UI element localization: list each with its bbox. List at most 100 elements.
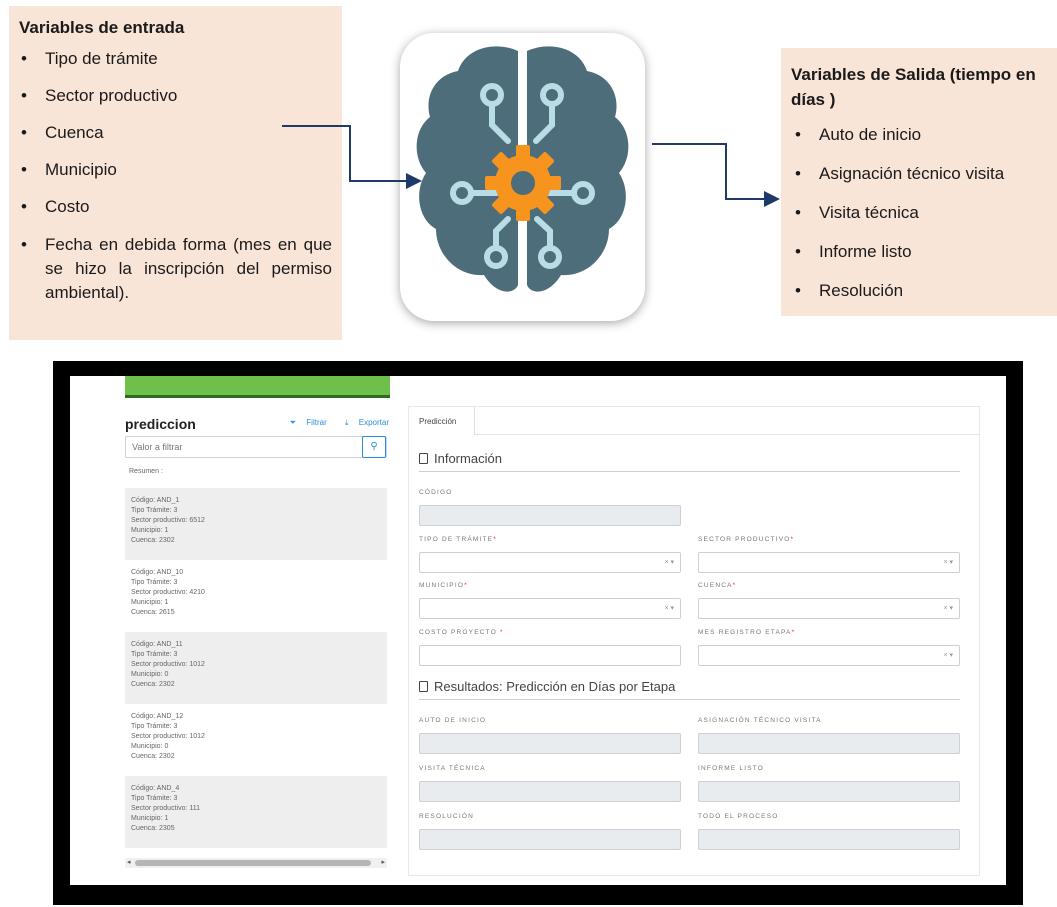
required-mark: * [464, 582, 468, 589]
output-variable-item: Auto de inicio [791, 124, 1049, 145]
document-icon [419, 453, 428, 464]
label-text: TIPO DE TRÁMITE [419, 536, 494, 543]
list-item[interactable]: Código: AND_12 Tipo Trámite: 3 Sector pr… [125, 704, 387, 776]
tipo-tramite-select[interactable]: × ▾ [419, 552, 681, 573]
visita-field [419, 781, 681, 802]
sector-productivo-label: SECTOR PRODUCTIVO* [698, 536, 794, 543]
filter-input[interactable] [126, 437, 356, 457]
panel-title: prediccion [125, 416, 196, 432]
cuenca-select[interactable]: × ▾ [698, 598, 960, 619]
download-icon: ⤓ [344, 418, 349, 427]
municipio-select[interactable]: × ▾ [419, 598, 681, 619]
output-variable-item: Asignación técnico visita [791, 163, 1049, 184]
input-variable-item: Cuenca [19, 122, 332, 143]
record-type: Tipo Trámite: 3 [131, 723, 178, 730]
record-sector: Sector productivo: 1012 [131, 733, 205, 740]
sector-productivo-select[interactable]: × ▾ [698, 552, 960, 573]
record-type: Tipo Trámite: 3 [131, 651, 178, 658]
label-text: CUENCA [698, 582, 733, 589]
input-variable-item: Sector productivo [19, 85, 332, 106]
section-divider [419, 699, 960, 700]
record-sector: Sector productivo: 4210 [131, 589, 205, 596]
scroll-left-icon[interactable]: ◂ [127, 858, 131, 866]
output-variables-title: Variables de Salida (tiempo en días ) [791, 65, 1036, 109]
list-item[interactable]: Código: AND_10 Tipo Trámite: 3 Sector pr… [125, 560, 387, 632]
asignacion-field [698, 733, 960, 754]
output-variable-item: Informe listo [791, 241, 1049, 262]
required-mark: * [493, 536, 497, 543]
input-variable-item: Costo [19, 196, 332, 217]
clear-dropdown-icon[interactable]: × ▾ [943, 558, 953, 566]
document-icon [419, 681, 428, 692]
filter-button[interactable]: ⏷ Filtrar [282, 418, 327, 427]
summary-label: Resumen : [129, 468, 163, 475]
record-cuenca: Cuenca: 2302 [131, 753, 175, 760]
record-type: Tipo Trámite: 3 [131, 579, 178, 586]
codigo-field [419, 505, 681, 526]
section-title: Resultados: Predicción en Días por Etapa [434, 679, 676, 694]
informe-label: INFORME LISTO [698, 765, 765, 772]
tipo-tramite-label: TIPO DE TRÁMITE* [419, 536, 497, 543]
input-variables-list: Tipo de trámite Sector productivo Cuenca… [19, 48, 332, 305]
clear-dropdown-icon[interactable]: × ▾ [664, 558, 674, 566]
input-variable-item: Municipio [19, 159, 332, 180]
record-sector: Sector productivo: 111 [131, 805, 201, 812]
clear-dropdown-icon[interactable]: × ▾ [943, 604, 953, 612]
visita-label: VISITA TÉCNICA [419, 765, 486, 772]
scroll-right-icon[interactable]: ▸ [381, 858, 385, 866]
filter-field: ⚲ [125, 436, 387, 458]
search-button[interactable]: ⚲ [362, 436, 386, 458]
section-divider [419, 471, 960, 472]
section-title: Información [434, 451, 502, 466]
record-code: Código: AND_12 [131, 713, 184, 720]
label-text: MES REGISTRO ETAPA [698, 629, 792, 636]
form-panel: Predicción Información CÓDIGO TIPO DE TR… [408, 406, 980, 876]
section-resultados: Resultados: Predicción en Días por Etapa [419, 679, 675, 694]
filter-icon: ⏷ [289, 418, 297, 427]
record-cuenca: Cuenca: 2615 [131, 609, 175, 616]
record-sector: Sector productivo: 6512 [131, 517, 205, 524]
search-icon: ⚲ [370, 441, 378, 452]
record-cuenca: Cuenca: 2302 [131, 681, 175, 688]
record-municipio: Municipio: 0 [131, 743, 169, 750]
record-sector: Sector productivo: 1012 [131, 661, 205, 668]
output-variable-item: Visita técnica [791, 202, 1049, 223]
filter-label: Filtrar [306, 418, 327, 427]
prediction-app: prediccion ⏷ Filtrar ⤓ Exportar ⚲ Resume… [70, 376, 1006, 885]
records-panel: prediccion ⏷ Filtrar ⤓ Exportar ⚲ Resume… [125, 406, 395, 868]
label-text: COSTO PROYECTO [419, 629, 497, 636]
brain-gear-icon [400, 33, 645, 321]
record-code: Código: AND_1 [131, 497, 180, 504]
tab-prediccion[interactable]: Predicción [409, 407, 475, 435]
mes-registro-label: MES REGISTRO ETAPA* [698, 629, 795, 636]
list-item[interactable]: Código: AND_11 Tipo Trámite: 3 Sector pr… [125, 632, 387, 704]
export-label: Exportar [358, 418, 389, 427]
list-item[interactable]: Código: AND_1 Tipo Trámite: 3 Sector pro… [125, 488, 387, 560]
output-variables-list: Auto de inicio Asignación técnico visita… [791, 124, 1049, 301]
record-cuenca: Cuenca: 2302 [131, 537, 175, 544]
required-mark: * [790, 536, 795, 543]
export-button[interactable]: ⤓ Exportar [337, 418, 389, 427]
clear-dropdown-icon[interactable]: × ▾ [943, 651, 953, 659]
cuenca-label: CUENCA* [698, 582, 736, 589]
record-municipio: Municipio: 0 [131, 671, 169, 678]
municipio-label: MUNICIPIO* [419, 582, 468, 589]
mes-registro-select[interactable]: × ▾ [698, 645, 960, 666]
list-item[interactable]: Código: AND_4 Tipo Trámite: 3 Sector pro… [125, 776, 387, 848]
todo-proceso-field [698, 829, 960, 850]
horizontal-scrollbar[interactable]: ◂ ▸ [125, 858, 387, 868]
record-municipio: Municipio: 1 [131, 599, 169, 606]
input-variable-item: Tipo de trámite [19, 48, 332, 69]
record-code: Código: AND_11 [131, 641, 183, 648]
clear-dropdown-icon[interactable]: × ▾ [664, 604, 674, 612]
section-informacion: Información [419, 451, 502, 466]
asignacion-label: ASIGNACIÓN TÉCNICO VISITA [698, 717, 822, 724]
informe-field [698, 781, 960, 802]
record-list: Código: AND_1 Tipo Trámite: 3 Sector pro… [125, 488, 387, 852]
scrollbar-thumb[interactable] [135, 860, 371, 866]
costo-proyecto-input[interactable] [419, 645, 681, 666]
label-text: SECTOR PRODUCTIVO [698, 536, 791, 543]
record-type: Tipo Trámite: 3 [131, 795, 178, 802]
codigo-label: CÓDIGO [419, 489, 453, 496]
auto-inicio-field [419, 733, 681, 754]
